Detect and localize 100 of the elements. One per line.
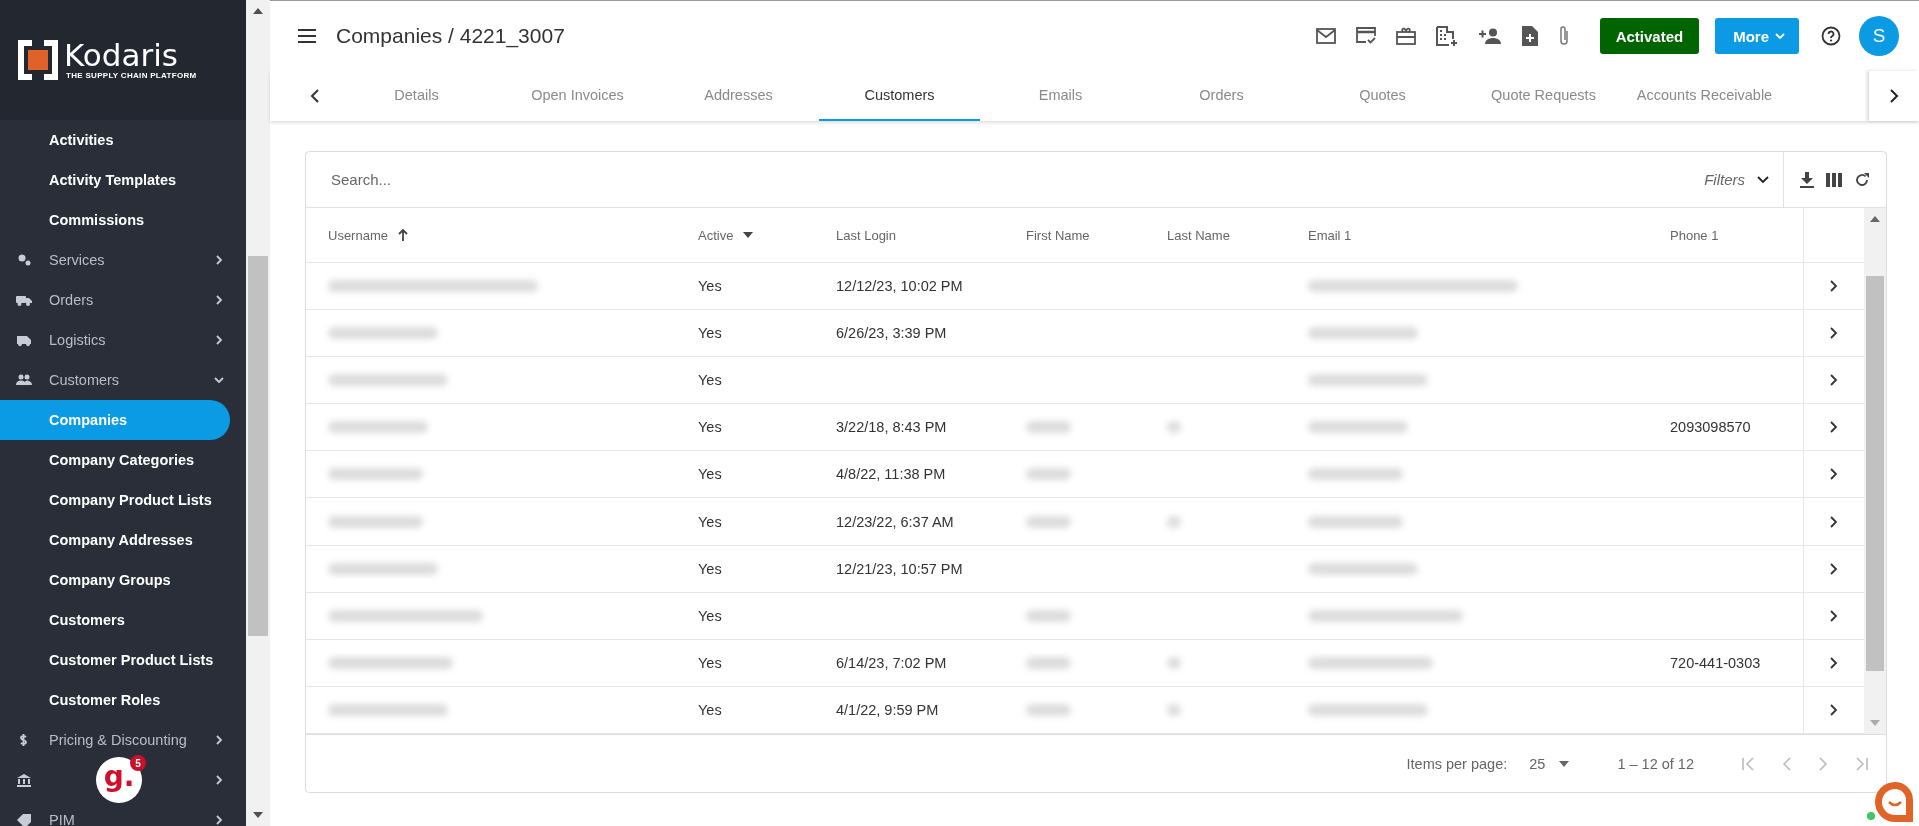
- add-person-icon[interactable]: [1477, 28, 1502, 44]
- sidebar-item[interactable]: Pricing & Discounting: [49, 732, 187, 748]
- sidebar-item[interactable]: Customer Product Lists: [49, 652, 214, 668]
- attachment-icon[interactable]: [1557, 25, 1570, 47]
- sidebar-item[interactable]: Customer Roles: [49, 692, 161, 708]
- more-button[interactable]: More: [1715, 18, 1799, 54]
- column-header[interactable]: Email 1: [1308, 227, 1352, 243]
- van-icon: [16, 333, 32, 347]
- table-cell: Yes: [698, 466, 722, 483]
- activated-button[interactable]: Activated: [1599, 18, 1700, 54]
- sidebar-item[interactable]: Activities: [49, 132, 114, 148]
- tab[interactable]: Emails: [980, 71, 1141, 121]
- page-size-select[interactable]: 25: [1529, 755, 1570, 772]
- caret-icon: [1775, 32, 1785, 40]
- help-icon[interactable]: [1821, 26, 1841, 46]
- column-header[interactable]: Active: [698, 227, 734, 243]
- table-cell: Yes: [698, 654, 722, 671]
- chat-support-icon[interactable]: [1867, 780, 1915, 824]
- table-cell: 720-441-0303: [1670, 654, 1761, 671]
- sidebar-item[interactable]: Commissions: [49, 212, 145, 228]
- sidebar-item[interactable]: Logistics: [49, 332, 106, 348]
- column-header[interactable]: Username: [328, 227, 388, 243]
- sidebar-item[interactable]: Company Categories: [49, 452, 195, 468]
- download-icon[interactable]: [1800, 171, 1814, 188]
- table-cell: Yes: [698, 419, 722, 436]
- tag-icon: [16, 813, 32, 826]
- people-icon: [16, 373, 32, 387]
- truck-icon: [16, 293, 32, 307]
- chevron-right-icon[interactable]: [1830, 327, 1838, 340]
- menu-icon[interactable]: [298, 29, 316, 43]
- column-header[interactable]: First Name: [1026, 227, 1090, 243]
- sidebar-item[interactable]: Company Groups: [49, 572, 171, 588]
- sidebar-item[interactable]: Customers: [49, 612, 125, 628]
- page-title: Companies / 4221_3007: [336, 24, 565, 48]
- table-cell: 12/21/23, 10:57 PM: [836, 560, 963, 577]
- table-cell: Yes: [698, 372, 722, 389]
- building-add-icon[interactable]: [1435, 26, 1458, 46]
- logo-tagline: THE SUPPLY CHAIN PLATFORM: [66, 71, 197, 80]
- sidebar-item[interactable]: Customers: [49, 372, 120, 388]
- caret-icon[interactable]: [743, 232, 754, 238]
- chevron-right-icon[interactable]: [1830, 374, 1838, 387]
- card-check-icon[interactable]: [1355, 27, 1376, 45]
- table-cell: 12/23/22, 6:37 AM: [836, 513, 954, 530]
- refresh-icon[interactable]: [1854, 171, 1870, 188]
- gears-icon: [16, 253, 32, 267]
- chevron-right-icon[interactable]: [1830, 656, 1838, 669]
- chevron-right-icon[interactable]: [1830, 562, 1838, 575]
- sort-arrow-icon[interactable]: [397, 229, 408, 241]
- chevron-right-icon[interactable]: [1830, 703, 1838, 716]
- table-cell: 12/12/23, 10:02 PM: [836, 278, 963, 295]
- mail-icon[interactable]: [1315, 28, 1336, 44]
- sidebar-item[interactable]: Services: [49, 252, 105, 268]
- sidebar-item[interactable]: Company Product Lists: [49, 492, 212, 508]
- chevron-right-icon[interactable]: [1830, 468, 1838, 481]
- column-header[interactable]: Last Name: [1167, 227, 1230, 243]
- tab[interactable]: Customers: [819, 71, 980, 121]
- table-cell: Yes: [698, 560, 722, 577]
- filters-dropdown[interactable]: Filters: [1704, 171, 1769, 188]
- chevron-right-icon[interactable]: [1830, 515, 1838, 528]
- tab[interactable]: Quotes: [1302, 71, 1463, 121]
- logo-name: Kodaris: [64, 40, 179, 71]
- tab[interactable]: Accounts Receivable: [1624, 71, 1785, 121]
- chevron-down-icon: [1757, 175, 1769, 184]
- notification-count: 5: [130, 755, 146, 771]
- table-cell: 6/14/23, 7:02 PM: [836, 654, 947, 671]
- chevron-left-icon[interactable]: [310, 89, 320, 103]
- table-cell: Yes: [698, 513, 722, 530]
- column-header[interactable]: Phone 1: [1670, 227, 1719, 243]
- column-header[interactable]: Last Login: [836, 227, 896, 243]
- logo-icon: [18, 40, 58, 80]
- table-cell: Yes: [698, 701, 722, 718]
- sidebar-item[interactable]: Activity Templates: [49, 172, 177, 188]
- tab[interactable]: Orders: [1141, 71, 1302, 121]
- gift-card-icon[interactable]: [1395, 27, 1416, 45]
- tab[interactable]: Details: [336, 71, 497, 121]
- tab[interactable]: Addresses: [658, 71, 819, 121]
- table-cell: 3/22/18, 8:43 PM: [836, 419, 947, 436]
- chevron-right-icon[interactable]: [1830, 280, 1838, 293]
- sidebar-item[interactable]: Companies: [0, 400, 230, 440]
- tab[interactable]: Open Invoices: [497, 71, 658, 121]
- table-cell: 2093098570: [1670, 419, 1751, 436]
- chevron-right-icon[interactable]: [1830, 421, 1838, 434]
- columns-icon[interactable]: [1826, 172, 1842, 187]
- scrollbar[interactable]: [1864, 208, 1886, 734]
- table-cell: 6/26/23, 3:39 PM: [836, 325, 947, 342]
- scrollbar[interactable]: [246, 0, 270, 826]
- chevron-right-icon[interactable]: [1830, 609, 1838, 622]
- table-cell: 4/1/22, 9:59 PM: [836, 701, 939, 718]
- table-cell: 4/8/22, 11:38 PM: [836, 466, 946, 483]
- table-cell: Yes: [698, 325, 722, 342]
- caret-icon: [1559, 760, 1570, 767]
- add-document-icon[interactable]: [1521, 26, 1538, 46]
- sidebar-item[interactable]: Orders: [49, 292, 94, 308]
- items-per-page-label: Items per page:: [1406, 755, 1508, 772]
- table-cell: Yes: [698, 278, 722, 295]
- sidebar-item[interactable]: PIM: [49, 812, 75, 826]
- user-avatar[interactable]: S: [1859, 16, 1899, 56]
- bank-icon: [16, 773, 32, 787]
- sidebar-item[interactable]: Company Addresses: [49, 532, 193, 548]
- tab[interactable]: Quote Requests: [1463, 71, 1624, 121]
